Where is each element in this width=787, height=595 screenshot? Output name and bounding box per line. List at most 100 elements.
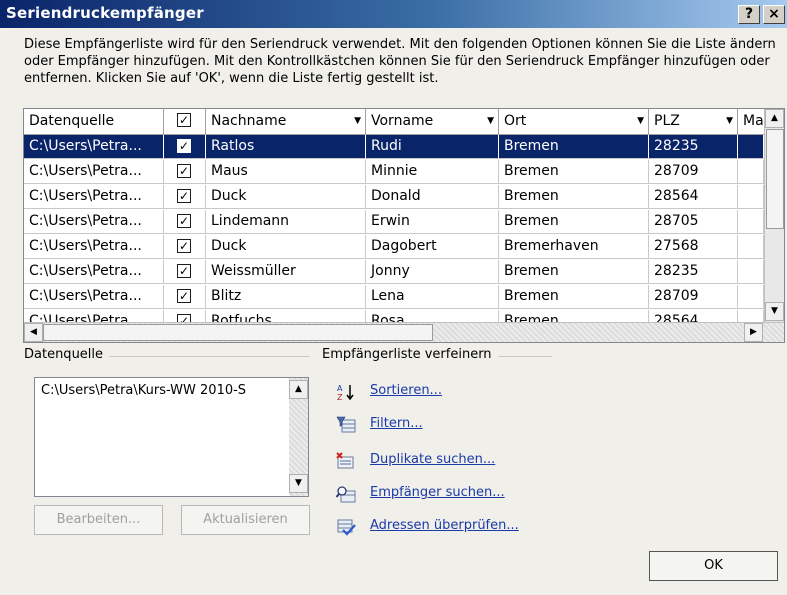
cell-check: ✓ <box>164 260 206 283</box>
cell-plz: 28709 <box>649 160 738 183</box>
help-button[interactable]: ? <box>738 5 760 24</box>
duplicates-link[interactable]: Duplikate suchen... <box>370 452 495 467</box>
datasource-item[interactable]: C:\Users\Petra\Kurs-WW 2010-S <box>41 383 246 398</box>
find-recipient-icon <box>335 485 356 503</box>
horizontal-scrollbar[interactable]: ◀ ▶ <box>24 322 784 342</box>
dropdown-arrow-icon[interactable]: ▼ <box>726 109 733 134</box>
edit-button[interactable]: Bearbeiten... <box>34 505 163 535</box>
column-label: Ma <box>743 113 764 129</box>
recipients-table[interactable]: Datenquelle ✓ Nachname ▼ Vorname ▼ Ort ▼ PL… <box>23 108 785 343</box>
filter-link[interactable]: Filtern... <box>370 416 423 431</box>
scroll-left-icon[interactable]: ◀ <box>24 323 43 342</box>
cell-check: ✓ <box>164 135 206 158</box>
cell-ort: Bremen <box>499 135 649 158</box>
column-label: PLZ <box>654 113 680 129</box>
column-label: Ort <box>504 113 527 129</box>
cell-plz: 28235 <box>649 260 738 283</box>
table-row[interactable]: C:\Users\Petra... ✓ Duck Dagobert Bremerhave… <box>24 235 764 259</box>
row-include-checkbox[interactable]: ✓ <box>177 264 191 278</box>
scroll-up-icon[interactable]: ▲ <box>289 380 308 399</box>
table-row[interactable]: C:\Users\Petra... ✓ Duck Donald Bremen 28564 <box>24 185 764 209</box>
select-all-checkbox[interactable]: ✓ <box>177 113 191 127</box>
table-row[interactable]: C:\Users\Petra... ✓ Weissmüller Jonny Bremen… <box>24 260 764 284</box>
datasource-vertical-scrollbar[interactable]: ▲ ▼ <box>289 378 308 496</box>
column-header-nachname[interactable]: Nachname ▼ <box>206 109 366 134</box>
cell-ort: Bremerhaven <box>499 235 649 258</box>
cell-check: ✓ <box>164 160 206 183</box>
column-header-plz[interactable]: PLZ ▼ <box>649 109 738 134</box>
window-title: Seriendruckempfänger <box>6 4 204 22</box>
cell-vorname: Rudi <box>366 135 499 158</box>
column-header-datenquelle[interactable]: Datenquelle <box>24 109 164 134</box>
cell-nachname: Blitz <box>206 285 366 308</box>
refine-group-label: Empfängerliste verfeinern <box>322 347 498 362</box>
row-include-checkbox[interactable]: ✓ <box>177 139 191 153</box>
cell-datenquelle: C:\Users\Petra... <box>24 135 164 158</box>
cell-vorname: Jonny <box>366 260 499 283</box>
table-row[interactable]: C:\Users\Petra... ✓ Lindemann Erwin Bremen 28… <box>24 210 764 234</box>
cell-datenquelle: C:\Users\Petra... <box>24 160 164 183</box>
sort-az-icon: AZ <box>336 383 356 402</box>
cell-datenquelle: C:\Users\Petra... <box>24 260 164 283</box>
close-button[interactable]: × <box>763 5 785 24</box>
dropdown-arrow-icon[interactable]: ▼ <box>637 109 644 134</box>
mail-merge-recipients-dialog: Seriendruckempfänger ? × Diese Empfänger… <box>0 0 787 595</box>
cell-ma <box>738 235 764 258</box>
dialog-description: Diese Empfängerliste wird für den Serien… <box>24 37 776 86</box>
table-row[interactable]: C:\Users\Petra... ✓ Maus Minnie Bremen 28709 <box>24 160 764 184</box>
find-recipient-link[interactable]: Empfänger suchen... <box>370 485 505 500</box>
column-header-check[interactable]: ✓ <box>164 109 206 134</box>
cell-nachname: Lindemann <box>206 210 366 233</box>
row-include-checkbox[interactable]: ✓ <box>177 164 191 178</box>
cell-check: ✓ <box>164 210 206 233</box>
cell-datenquelle: C:\Users\Petra... <box>24 285 164 308</box>
cell-ma <box>738 285 764 308</box>
cell-plz: 28235 <box>649 135 738 158</box>
datasource-list[interactable]: C:\Users\Petra\Kurs-WW 2010-S ▲ ▼ <box>34 377 309 497</box>
cell-check: ✓ <box>164 185 206 208</box>
scroll-right-icon[interactable]: ▶ <box>744 323 763 342</box>
dropdown-arrow-icon[interactable]: ▼ <box>487 109 494 134</box>
scroll-thumb[interactable] <box>766 129 784 229</box>
scroll-up-icon[interactable]: ▲ <box>765 109 784 128</box>
scroll-thumb[interactable] <box>43 324 433 341</box>
cell-nachname: Duck <box>206 235 366 258</box>
row-include-checkbox[interactable]: ✓ <box>177 214 191 228</box>
table-row[interactable]: C:\Users\Petra... ✓ Blitz Lena Bremen 28709 <box>24 285 764 309</box>
cell-datenquelle: C:\Users\Petra... <box>24 235 164 258</box>
row-include-checkbox[interactable]: ✓ <box>177 189 191 203</box>
column-header-ort[interactable]: Ort ▼ <box>499 109 649 134</box>
column-label: Nachname <box>211 113 287 129</box>
sort-link[interactable]: Sortieren... <box>370 383 442 398</box>
row-include-checkbox[interactable]: ✓ <box>177 289 191 303</box>
cell-ma <box>738 185 764 208</box>
table-header: Datenquelle ✓ Nachname ▼ Vorname ▼ Ort ▼ PL… <box>24 109 764 135</box>
svg-text:Z: Z <box>337 393 343 401</box>
cell-ort: Bremen <box>499 285 649 308</box>
cell-ort: Bremen <box>499 260 649 283</box>
vertical-scrollbar[interactable]: ▲ ▼ <box>764 109 784 322</box>
cell-plz: 27568 <box>649 235 738 258</box>
filter-icon <box>336 416 356 434</box>
row-include-checkbox[interactable]: ✓ <box>177 239 191 253</box>
cell-vorname: Erwin <box>366 210 499 233</box>
scroll-down-icon[interactable]: ▼ <box>289 474 308 493</box>
cell-plz: 28709 <box>649 285 738 308</box>
table-row[interactable]: C:\Users\Petra... ✓ Ratlos Rudi Bremen 28235 <box>24 135 764 159</box>
cell-ma <box>738 260 764 283</box>
cell-vorname: Lena <box>366 285 499 308</box>
dropdown-arrow-icon[interactable]: ▼ <box>354 109 361 134</box>
column-header-ma[interactable]: Ma <box>738 109 764 134</box>
refresh-button[interactable]: Aktualisieren <box>181 505 310 535</box>
validate-addresses-icon <box>336 518 356 536</box>
column-header-vorname[interactable]: Vorname ▼ <box>366 109 499 134</box>
column-label: Datenquelle <box>29 113 115 129</box>
title-bar[interactable]: Seriendruckempfänger ? × <box>0 0 787 28</box>
validate-addresses-link[interactable]: Adressen überprüfen... <box>370 518 519 533</box>
cell-datenquelle: C:\Users\Petra... <box>24 185 164 208</box>
cell-plz: 28564 <box>649 185 738 208</box>
cell-nachname: Duck <box>206 185 366 208</box>
scroll-down-icon[interactable]: ▼ <box>765 302 784 321</box>
ok-button[interactable]: OK <box>649 551 778 581</box>
cell-vorname: Minnie <box>366 160 499 183</box>
